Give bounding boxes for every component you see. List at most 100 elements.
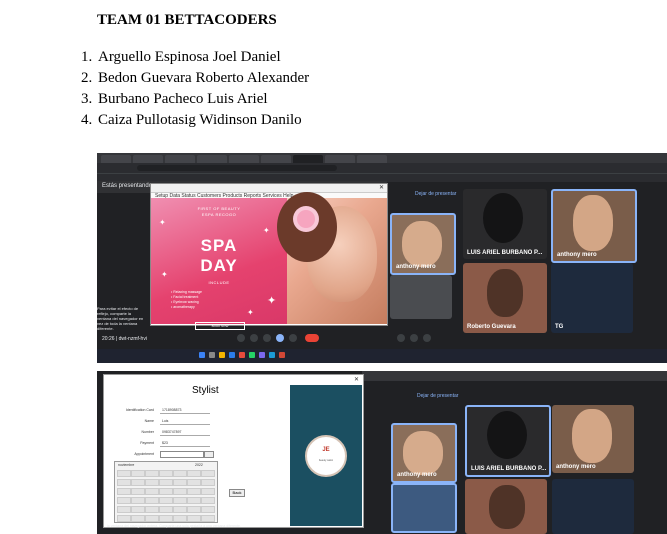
people-icon[interactable]	[410, 334, 418, 342]
meet-screenshot-spa-presentation: Estás presentando Dejar de presentar Par…	[97, 153, 667, 363]
calendar-month[interactable]: noviembre	[118, 463, 134, 467]
app-icon[interactable]	[269, 352, 275, 358]
calendar-day-cell[interactable]	[159, 488, 173, 495]
captions-icon[interactable]	[263, 334, 271, 342]
windows-taskbar	[97, 349, 667, 363]
edge-icon[interactable]	[229, 352, 235, 358]
start-icon[interactable]	[199, 352, 205, 358]
calendar-day-cell[interactable]	[201, 506, 215, 513]
calendar-day-cell[interactable]	[173, 506, 187, 513]
calendar-day-cell[interactable]	[201, 515, 215, 522]
folder-icon[interactable]	[219, 352, 225, 358]
number-field[interactable]: 0983747897	[162, 430, 181, 434]
calendar-day-cell[interactable]	[117, 515, 131, 522]
calendar-day-cell[interactable]	[117, 506, 131, 513]
id-card-field[interactable]: 1718908873	[162, 408, 181, 412]
calendar-day-cell[interactable]	[187, 515, 201, 522]
calendar-day-cell[interactable]	[201, 470, 215, 477]
leave-call-button[interactable]	[305, 334, 319, 342]
participant-tile[interactable]: LUIS ARIEL BURBANO P...	[465, 405, 551, 477]
appointment-date-picker[interactable]	[160, 451, 204, 458]
chat-icon[interactable]	[423, 334, 431, 342]
calendar-day-cell[interactable]	[173, 479, 187, 486]
payment-label: Payment	[140, 441, 154, 445]
calendar-day-cell[interactable]	[173, 470, 187, 477]
spa-design-window: ✕ Setup Data Status Customers Products R…	[150, 183, 388, 330]
calendar-popup[interactable]: noviembre 2022	[114, 461, 218, 523]
calendar-day-cell[interactable]	[117, 497, 131, 504]
search-icon[interactable]	[209, 352, 215, 358]
participant-tile[interactable]: LUIS ARIEL BURBANO P...	[463, 189, 547, 259]
calendar-day-cell[interactable]	[187, 497, 201, 504]
calendar-day-cell[interactable]	[117, 488, 131, 495]
app-icon[interactable]	[259, 352, 265, 358]
participant-tile[interactable]: TG	[551, 263, 633, 333]
spa-flyer: FIRST OF BEAUTY ESPA RECOGO SPA DAY INCL…	[151, 198, 287, 330]
calendar-day-cell[interactable]	[159, 470, 173, 477]
number-label: Number	[141, 430, 154, 434]
calendar-icon[interactable]	[204, 451, 214, 458]
calendar-day-cell[interactable]	[187, 488, 201, 495]
calendar-day-cell[interactable]	[187, 479, 201, 486]
calendar-day-cell[interactable]	[145, 479, 159, 486]
book-now-button: BOOK NOW	[195, 322, 245, 330]
calendar-day-cell[interactable]	[145, 506, 159, 513]
camera-icon[interactable]	[250, 334, 258, 342]
sparkle-icon: ✦	[267, 295, 277, 307]
member-list: Arguello Espinosa Joel Daniel Bedon Guev…	[66, 47, 309, 131]
participant-tile[interactable]	[552, 479, 634, 534]
calendar-day-cell[interactable]	[131, 479, 145, 486]
participant-tile[interactable]: Roberto Guevara	[463, 263, 547, 333]
participant-tile[interactable]: anthony mero	[391, 423, 457, 483]
app-icon[interactable]	[279, 352, 285, 358]
calendar-day-cell[interactable]	[201, 488, 215, 495]
member-item: Bedon Guevara Roberto Alexander	[96, 68, 309, 89]
calendar-day-cell[interactable]	[145, 515, 159, 522]
stylist-form-window: ✕ Stylist Identification Card 1718908873…	[103, 374, 364, 528]
chrome-icon[interactable]	[239, 352, 245, 358]
present-icon[interactable]	[276, 334, 284, 342]
calendar-day-cell[interactable]	[201, 497, 215, 504]
calendar-day-cell[interactable]	[131, 488, 145, 495]
calendar-day-cell[interactable]	[145, 488, 159, 495]
calendar-day-cell[interactable]	[131, 506, 145, 513]
calendar-day-cell[interactable]	[131, 470, 145, 477]
calendar-day-cell[interactable]	[117, 470, 131, 477]
calendar-day-cell[interactable]	[145, 470, 159, 477]
calendar-day-cell[interactable]	[145, 497, 159, 504]
calendar-day-cell[interactable]	[201, 479, 215, 486]
participant-tile[interactable]: anthony mero	[552, 405, 634, 473]
calendar-day-cell[interactable]	[159, 515, 173, 522]
calendar-day-cell[interactable]	[187, 506, 201, 513]
calendar-day-cell[interactable]	[159, 506, 173, 513]
more-options-icon[interactable]	[289, 334, 297, 342]
member-item: Arguello Espinosa Joel Daniel	[96, 47, 309, 68]
calendar-day-cell[interactable]	[131, 497, 145, 504]
calendar-day-cell[interactable]	[173, 515, 187, 522]
close-icon[interactable]: ✕	[354, 376, 359, 383]
calendar-day-cell[interactable]	[159, 479, 173, 486]
calendar-year[interactable]: 2022	[195, 463, 203, 467]
calendar-day-cell[interactable]	[159, 497, 173, 504]
calendar-day-cell[interactable]	[187, 470, 201, 477]
spa-tagline-2: ESPA RECOGO	[201, 212, 237, 217]
participant-tile[interactable]	[391, 483, 457, 533]
calendar-day-cell[interactable]	[131, 515, 145, 522]
participant-tile[interactable]: anthony mero	[390, 213, 456, 275]
member-item: Burbano Pacheco Luis Ariel	[96, 89, 309, 110]
calendar-day-cell[interactable]	[117, 479, 131, 486]
participant-tile[interactable]: anthony mero	[551, 189, 637, 263]
calendar-day-cell[interactable]	[173, 488, 187, 495]
mic-icon[interactable]	[237, 334, 245, 342]
back-button[interactable]: Back	[229, 489, 245, 497]
participant-tile[interactable]	[465, 479, 547, 534]
payment-field[interactable]: $23	[162, 441, 168, 445]
calendar-day-cell[interactable]	[173, 497, 187, 504]
calendar-grid[interactable]	[117, 470, 215, 522]
name-field[interactable]: Luis	[162, 419, 168, 423]
whatsapp-icon[interactable]	[249, 352, 255, 358]
includes-label: INCLUDE	[208, 280, 230, 285]
participant-tile[interactable]	[390, 275, 452, 319]
id-card-label: Identification Card	[125, 408, 154, 412]
info-icon[interactable]	[397, 334, 405, 342]
